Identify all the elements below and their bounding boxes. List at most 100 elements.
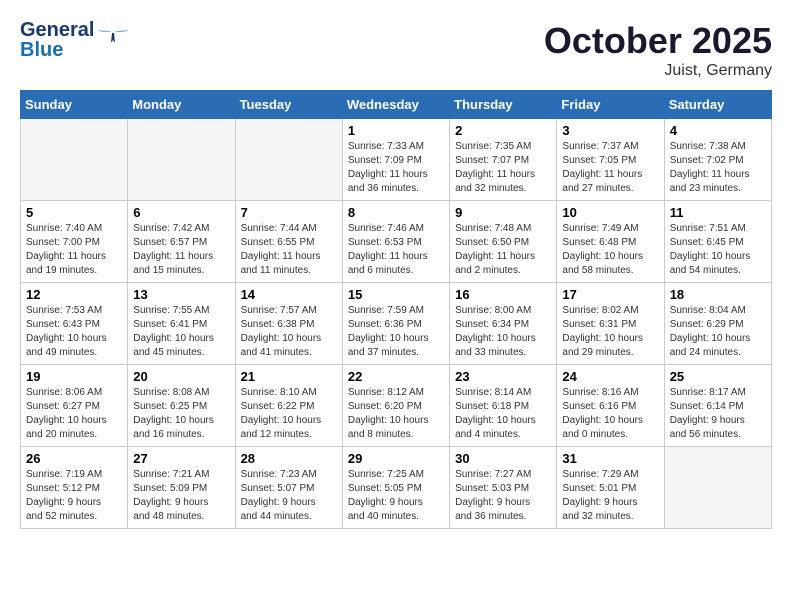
day-cell-11: 11 Sunrise: 7:51 AM Sunset: 6:45 PM Dayli…: [664, 201, 771, 283]
day-info: Sunrise: 7:37 AM Sunset: 7:05 PM Dayligh…: [562, 140, 658, 196]
day-info: Sunrise: 7:25 AM Sunset: 5:05 PM Dayligh…: [348, 468, 444, 524]
day-number: 5: [26, 205, 122, 220]
day-number: 24: [562, 369, 658, 384]
day-number: 14: [241, 287, 337, 302]
week-row-2: 5 Sunrise: 7:40 AM Sunset: 7:00 PM Daylig…: [21, 201, 772, 283]
empty-cell: [664, 447, 771, 529]
day-info: Sunrise: 7:21 AM Sunset: 5:09 PM Dayligh…: [133, 468, 229, 524]
day-info: Sunrise: 7:51 AM Sunset: 6:45 PM Dayligh…: [670, 222, 766, 278]
empty-cell: [21, 119, 128, 201]
day-info: Sunrise: 8:10 AM Sunset: 6:22 PM Dayligh…: [241, 386, 337, 442]
day-info: Sunrise: 7:40 AM Sunset: 7:00 PM Dayligh…: [26, 222, 122, 278]
day-number: 27: [133, 451, 229, 466]
day-number: 15: [348, 287, 444, 302]
day-info: Sunrise: 8:16 AM Sunset: 6:16 PM Dayligh…: [562, 386, 658, 442]
day-number: 17: [562, 287, 658, 302]
day-info: Sunrise: 8:14 AM Sunset: 6:18 PM Dayligh…: [455, 386, 551, 442]
day-cell-4: 4 Sunrise: 7:38 AM Sunset: 7:02 PM Daylig…: [664, 119, 771, 201]
day-number: 3: [562, 123, 658, 138]
day-cell-27: 27 Sunrise: 7:21 AM Sunset: 5:09 PM Dayli…: [128, 447, 235, 529]
day-cell-12: 12 Sunrise: 7:53 AM Sunset: 6:43 PM Dayli…: [21, 283, 128, 365]
day-number: 8: [348, 205, 444, 220]
day-number: 21: [241, 369, 337, 384]
day-cell-3: 3 Sunrise: 7:37 AM Sunset: 7:05 PM Daylig…: [557, 119, 664, 201]
week-row-3: 12 Sunrise: 7:53 AM Sunset: 6:43 PM Dayli…: [21, 283, 772, 365]
day-info: Sunrise: 7:23 AM Sunset: 5:07 PM Dayligh…: [241, 468, 337, 524]
day-number: 13: [133, 287, 229, 302]
day-cell-17: 17 Sunrise: 8:02 AM Sunset: 6:31 PM Dayli…: [557, 283, 664, 365]
day-info: Sunrise: 7:46 AM Sunset: 6:53 PM Dayligh…: [348, 222, 444, 278]
day-info: Sunrise: 7:59 AM Sunset: 6:36 PM Dayligh…: [348, 304, 444, 360]
day-cell-24: 24 Sunrise: 8:16 AM Sunset: 6:16 PM Dayli…: [557, 365, 664, 447]
day-number: 9: [455, 205, 551, 220]
day-cell-6: 6 Sunrise: 7:42 AM Sunset: 6:57 PM Daylig…: [128, 201, 235, 283]
day-cell-14: 14 Sunrise: 7:57 AM Sunset: 6:38 PM Dayli…: [235, 283, 342, 365]
day-number: 12: [26, 287, 122, 302]
day-cell-26: 26 Sunrise: 7:19 AM Sunset: 5:12 PM Dayli…: [21, 447, 128, 529]
day-info: Sunrise: 7:53 AM Sunset: 6:43 PM Dayligh…: [26, 304, 122, 360]
day-cell-30: 30Sunrise: 7:27 AM Sunset: 5:03 PM Dayli…: [450, 447, 557, 529]
day-number: 10: [562, 205, 658, 220]
logo-blue: Blue: [20, 40, 94, 60]
day-number: 26: [26, 451, 122, 466]
day-info: Sunrise: 8:00 AM Sunset: 6:34 PM Dayligh…: [455, 304, 551, 360]
day-cell-5: 5 Sunrise: 7:40 AM Sunset: 7:00 PM Daylig…: [21, 201, 128, 283]
day-number: 29: [348, 451, 444, 466]
day-info: Sunrise: 7:49 AM Sunset: 6:48 PM Dayligh…: [562, 222, 658, 278]
day-info: Sunrise: 7:29 AM Sunset: 5:01 PM Dayligh…: [562, 468, 658, 524]
day-cell-2: 2Sunrise: 7:35 AM Sunset: 7:07 PM Daylig…: [450, 119, 557, 201]
day-number: 22: [348, 369, 444, 384]
day-number: 23: [455, 369, 551, 384]
day-cell-21: 21 Sunrise: 8:10 AM Sunset: 6:22 PM Dayli…: [235, 365, 342, 447]
day-cell-29: 29 Sunrise: 7:25 AM Sunset: 5:05 PM Dayli…: [342, 447, 449, 529]
day-info: Sunrise: 8:12 AM Sunset: 6:20 PM Dayligh…: [348, 386, 444, 442]
logo-general: General: [20, 20, 94, 40]
day-info: Sunrise: 7:42 AM Sunset: 6:57 PM Dayligh…: [133, 222, 229, 278]
day-number: 6: [133, 205, 229, 220]
day-info: Sunrise: 8:06 AM Sunset: 6:27 PM Dayligh…: [26, 386, 122, 442]
day-info: Sunrise: 7:38 AM Sunset: 7:02 PM Dayligh…: [670, 140, 766, 196]
day-cell-7: 7 Sunrise: 7:44 AM Sunset: 6:55 PM Daylig…: [235, 201, 342, 283]
day-number: 2: [455, 123, 551, 138]
day-number: 20: [133, 369, 229, 384]
logo: General Blue: [20, 20, 128, 60]
weekday-wednesday: Wednesday: [342, 91, 449, 119]
empty-cell: [128, 119, 235, 201]
day-info: Sunrise: 7:27 AM Sunset: 5:03 PM Dayligh…: [455, 468, 551, 524]
day-info: Sunrise: 7:57 AM Sunset: 6:38 PM Dayligh…: [241, 304, 337, 360]
week-row-4: 19 Sunrise: 8:06 AM Sunset: 6:27 PM Dayli…: [21, 365, 772, 447]
weekday-header-row: SundayMondayTuesdayWednesdayThursdayFrid…: [21, 91, 772, 119]
day-cell-8: 8 Sunrise: 7:46 AM Sunset: 6:53 PM Daylig…: [342, 201, 449, 283]
calendar-table: SundayMondayTuesdayWednesdayThursdayFrid…: [20, 90, 772, 529]
day-info: Sunrise: 8:17 AM Sunset: 6:14 PM Dayligh…: [670, 386, 766, 442]
weekday-monday: Monday: [128, 91, 235, 119]
day-info: Sunrise: 8:08 AM Sunset: 6:25 PM Dayligh…: [133, 386, 229, 442]
day-number: 31: [562, 451, 658, 466]
day-number: 11: [670, 205, 766, 220]
day-info: Sunrise: 7:33 AM Sunset: 7:09 PM Dayligh…: [348, 140, 444, 196]
day-number: 18: [670, 287, 766, 302]
day-cell-10: 10 Sunrise: 7:49 AM Sunset: 6:48 PM Dayli…: [557, 201, 664, 283]
day-info: Sunrise: 8:02 AM Sunset: 6:31 PM Dayligh…: [562, 304, 658, 360]
day-cell-31: 31 Sunrise: 7:29 AM Sunset: 5:01 PM Dayli…: [557, 447, 664, 529]
day-cell-25: 25Sunrise: 8:17 AM Sunset: 6:14 PM Dayli…: [664, 365, 771, 447]
day-number: 1: [348, 123, 444, 138]
day-info: Sunrise: 8:04 AM Sunset: 6:29 PM Dayligh…: [670, 304, 766, 360]
day-number: 7: [241, 205, 337, 220]
weekday-sunday: Sunday: [21, 91, 128, 119]
day-cell-23: 23 Sunrise: 8:14 AM Sunset: 6:18 PM Dayli…: [450, 365, 557, 447]
week-row-1: 1 Sunrise: 7:33 AM Sunset: 7:09 PM Daylig…: [21, 119, 772, 201]
title-area: October 2025 Juist, Germany: [544, 20, 772, 80]
day-cell-13: 13 Sunrise: 7:55 AM Sunset: 6:41 PM Dayli…: [128, 283, 235, 365]
day-info: Sunrise: 7:48 AM Sunset: 6:50 PM Dayligh…: [455, 222, 551, 278]
page-header: General Blue October 2025 Juist, Germany: [20, 20, 772, 80]
day-info: Sunrise: 7:55 AM Sunset: 6:41 PM Dayligh…: [133, 304, 229, 360]
day-number: 4: [670, 123, 766, 138]
day-info: Sunrise: 7:19 AM Sunset: 5:12 PM Dayligh…: [26, 468, 122, 524]
day-number: 19: [26, 369, 122, 384]
location: Juist, Germany: [544, 62, 772, 80]
month-title: October 2025: [544, 20, 772, 62]
day-info: Sunrise: 7:44 AM Sunset: 6:55 PM Dayligh…: [241, 222, 337, 278]
weekday-thursday: Thursday: [450, 91, 557, 119]
day-cell-20: 20 Sunrise: 8:08 AM Sunset: 6:25 PM Dayli…: [128, 365, 235, 447]
